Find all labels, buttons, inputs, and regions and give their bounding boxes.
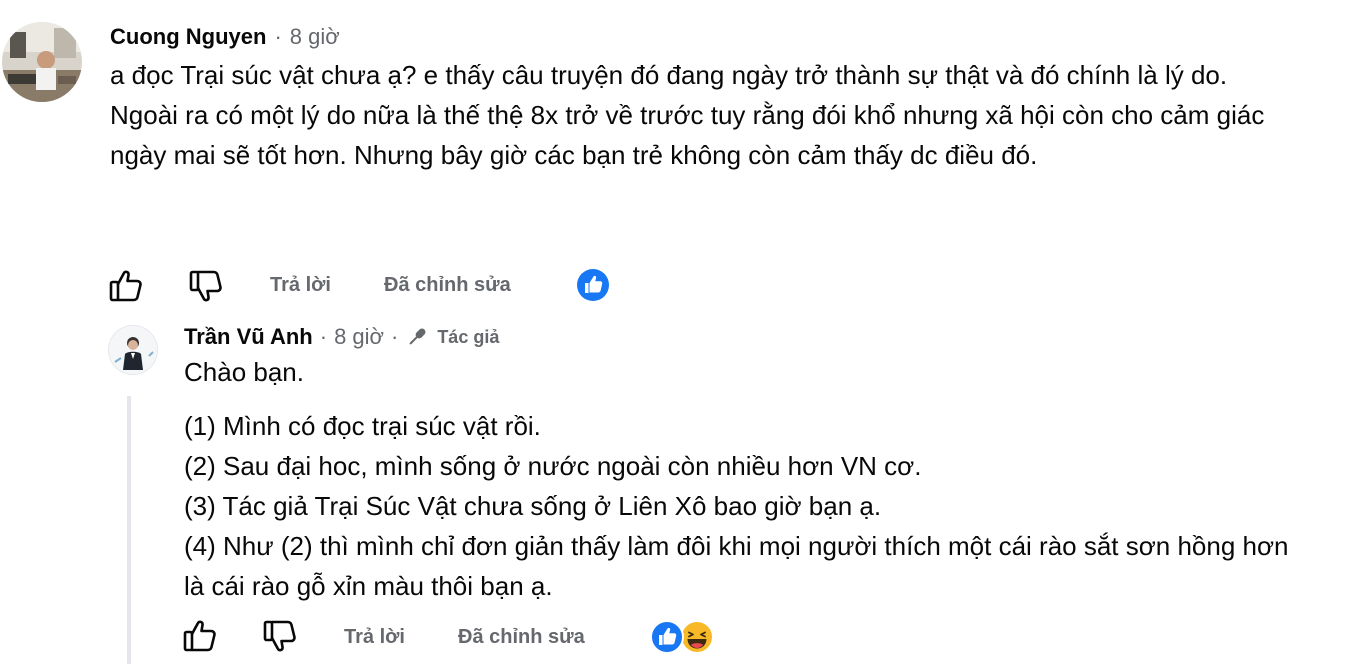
thumbs-up-icon [109,270,142,302]
comment-paragraph: a đọc Trại súc vật chưa ạ? e thấy câu tr… [110,60,1228,90]
comment-header: Cuong Nguyen · 8 giờ [110,24,340,56]
author-badge-label: Tác giả [437,326,500,347]
comment-paragraph: Ngoài ra có một lý do nữa là thế thệ 8x … [110,100,1265,170]
like-reaction-icon [577,269,609,301]
reaction-summary[interactable] [576,268,610,302]
avatar[interactable] [2,22,82,102]
reply-dislike-button[interactable] [262,618,298,654]
reply-greeting: Chào bạn. [184,357,304,387]
dislike-button[interactable] [188,268,224,304]
reply-avatar[interactable] [108,325,158,375]
reply-line: (1) Mình có đọc trại súc vật rồi. [184,411,541,441]
microphone-icon [409,328,426,345]
reply-reply-button[interactable]: Trả lời [344,626,405,649]
thread-line [127,396,131,664]
reply-line: (2) Sau đại hoc, mình sống ở nước ngoài … [184,451,922,481]
reply-author[interactable]: Trần Vũ Anh [184,324,313,350]
reply-line: (4) Như (2) thì mình chỉ đơn giản thấy l… [184,531,1289,601]
reply-reaction-summary[interactable] [650,620,716,654]
comment-time[interactable]: 8 giờ [290,24,340,50]
separator: · [274,24,282,49]
thumbs-down-icon [263,620,296,652]
reply-header: Trần Vũ Anh · 8 giờ · Tác giả [184,321,499,353]
reply-edited-label[interactable]: Đã chỉnh sửa [458,626,585,649]
reply-button[interactable]: Trả lời [270,274,331,297]
comment-author[interactable]: Cuong Nguyen [110,24,266,50]
thumbs-up-icon [183,620,216,652]
separator: · [390,324,399,349]
thumbs-down-icon [189,270,222,302]
like-reaction-icon [650,620,684,654]
separator: · [319,324,328,349]
like-button[interactable] [108,268,144,304]
author-badge: Tác giả [405,325,499,349]
reply-line: (3) Tác giả Trại Súc Vật chưa sống ở Liê… [184,491,882,521]
edited-label[interactable]: Đã chỉnh sửa [384,274,511,297]
reply-body: (1) Mình có đọc trại súc vật rồi. (2) Sa… [184,406,1304,606]
reply-like-button[interactable] [182,618,218,654]
reply-time[interactable]: 8 giờ [334,324,384,350]
comment-body: a đọc Trại súc vật chưa ạ? e thấy câu tr… [110,55,1290,175]
haha-reaction-icon [680,620,714,654]
